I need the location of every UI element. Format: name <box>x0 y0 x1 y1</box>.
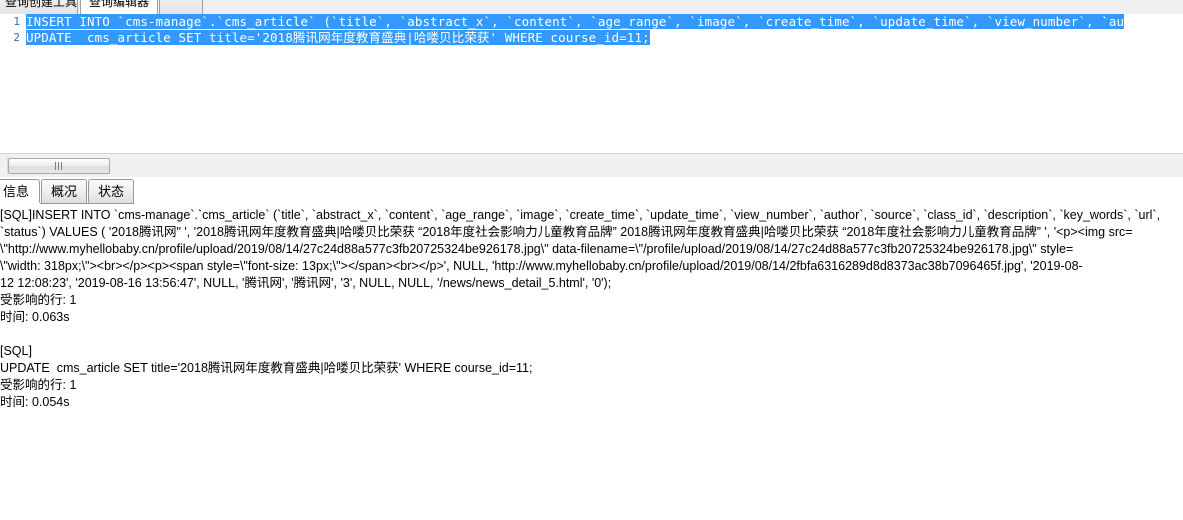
sql-code-area[interactable]: INSERT INTO `cms-manage`.`cms_article` (… <box>26 14 1183 153</box>
scrollbar-left-cap <box>0 158 8 174</box>
results-info-pane[interactable]: [SQL]INSERT INTO `cms-manage`.`cms_artic… <box>0 204 1183 520</box>
result-affected-rows: 受影响的行: 1 <box>0 293 77 307</box>
sql-editor[interactable]: 1 2 INSERT INTO `cms-manage`.`cms_articl… <box>0 14 1183 153</box>
tab-query-builder[interactable]: 查询创建工具 <box>0 0 78 14</box>
sql-code-line[interactable]: UPDATE cms_article SET title='2018腾讯网年度教… <box>26 30 1183 46</box>
editor-horizontal-scrollbar[interactable] <box>0 153 1183 178</box>
line-number-gutter: 1 2 <box>0 14 27 153</box>
result-line: \"http://www.myhellobaby.cn/profile/uplo… <box>0 242 1074 256</box>
scrollbar-thumb[interactable] <box>8 158 110 174</box>
result-duration: 时间: 0.054s <box>0 395 70 409</box>
result-sql-marker: [SQL] <box>0 344 32 358</box>
sql-code-line-text: INSERT INTO `cms-manage`.`cms_article` (… <box>26 14 1125 29</box>
tab-profile[interactable]: 概况 <box>41 179 87 204</box>
line-number: 2 <box>13 31 20 44</box>
scrollbar-track[interactable] <box>8 158 1178 174</box>
tab-status[interactable]: 状态 <box>88 179 134 204</box>
result-affected-rows: 受影响的行: 1 <box>0 378 77 392</box>
result-line: UPDATE cms_article SET title='2018腾讯网年度教… <box>0 361 533 375</box>
result-blank-line <box>0 326 1183 343</box>
top-tabstrip: 查询创建工具 查询编辑器 <box>0 0 1183 14</box>
tab-empty[interactable] <box>159 0 203 14</box>
tab-query-editor[interactable]: 查询编辑器 <box>80 0 158 14</box>
sql-query-window: 查询创建工具 查询编辑器 1 2 INSERT INTO `cms-manage… <box>0 0 1183 520</box>
results-tabstrip: 信息 概况 状态 <box>0 177 1183 204</box>
line-number: 1 <box>13 15 20 28</box>
sql-code-line-text: UPDATE cms_article SET title='2018腾讯网年度教… <box>26 30 650 45</box>
result-line: `status`) VALUES ( '2018腾讯网" ', '2018腾讯网… <box>0 225 1133 239</box>
result-duration: 时间: 0.063s <box>0 310 70 324</box>
tab-information[interactable]: 信息 <box>0 179 40 204</box>
result-line: \"width: 318px;\"><br></p><p><span style… <box>0 259 1083 273</box>
sql-code-line[interactable]: INSERT INTO `cms-manage`.`cms_article` (… <box>26 14 1183 30</box>
result-line: [SQL]INSERT INTO `cms-manage`.`cms_artic… <box>0 208 1161 222</box>
result-line: 12 12:08:23', '2019-08-16 13:56:47', NUL… <box>0 276 612 290</box>
scrollbar-grip-icon <box>55 162 63 170</box>
